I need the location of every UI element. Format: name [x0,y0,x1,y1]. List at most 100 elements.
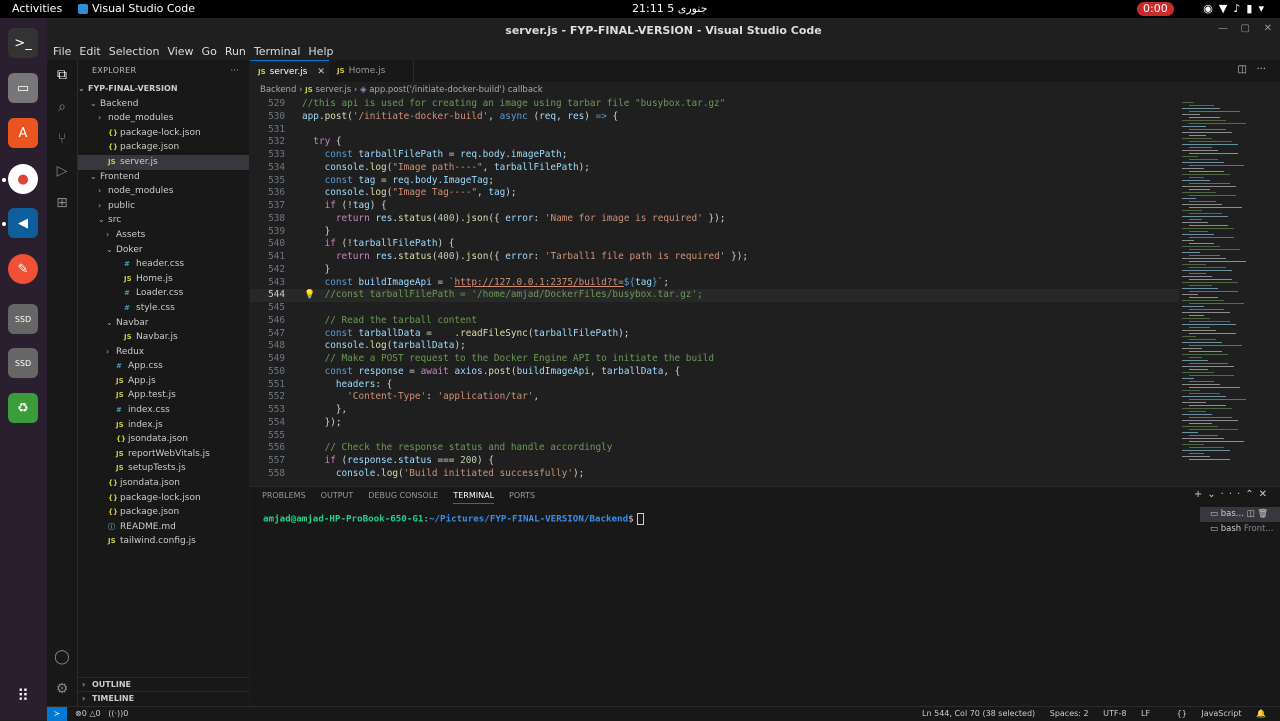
code-line[interactable]: 532 try { [250,136,1190,149]
folder-item[interactable]: ⌄ src [78,213,249,228]
file-item[interactable]: # Loader.css [78,286,249,301]
split-editor-icon[interactable]: ◫ [1237,64,1246,75]
code-line[interactable]: 548 console.log(tarballData); [250,340,1190,353]
file-item[interactable]: JS Home.js [78,272,249,287]
folder-item[interactable]: › node_modules [78,111,249,126]
code-line[interactable]: 537 if (!tag) { [250,200,1190,213]
menu-selection[interactable]: Selection [107,42,162,61]
file-item[interactable]: {} jsondata.json [78,476,249,491]
tab-home-js[interactable]: JS Home.js [329,60,414,82]
terminal-prompt[interactable]: amjad@amjad-HP-ProBook-650-G1:~/Pictures… [263,513,644,525]
panel-tab-ports[interactable]: PORTS [509,491,535,503]
ssd-drive-icon[interactable]: SSD [8,304,38,334]
code-line[interactable]: 550 const response = await axios.post(bu… [250,366,1190,379]
show-apps-grid-icon[interactable]: ⠿ [8,680,38,710]
code-line[interactable]: 547 const tarballData = .readFileSync(ta… [250,328,1190,341]
file-item[interactable]: JS reportWebVitals.js [78,447,249,462]
code-line[interactable]: 535 const tag = req.body.ImageTag; [250,175,1190,188]
file-item[interactable]: {} package.json [78,505,249,520]
code-line[interactable]: 534 console.log("Image path----", tarbal… [250,162,1190,175]
breadcrumb-file[interactable]: server.js [316,85,352,95]
maximize-button[interactable]: ▢ [1241,23,1250,34]
chevron-down-icon[interactable]: ⌄ [1207,489,1220,500]
file-item[interactable]: {} package-lock.json [78,126,249,141]
code-line[interactable]: 551 headers: { [250,379,1190,392]
code-line[interactable]: 555 [250,430,1190,443]
search-icon[interactable]: ⌕ [53,98,71,116]
explorer-more-button[interactable]: ··· [230,60,239,82]
code-line[interactable]: 533 const tarballFilePath = req.body.ima… [250,149,1190,162]
file-item[interactable]: JS server.js [78,154,249,170]
software-center-icon[interactable]: A [8,118,38,148]
system-tray[interactable]: ◉▼♪▮▾ [1203,2,1270,15]
terminal-item[interactable]: ▭ bash Front... [1200,522,1280,537]
ssd-drive-icon-2[interactable]: SSD [8,348,38,378]
code-line[interactable]: 530 app.post('/initiate-docker-build', as… [250,111,1190,124]
code-line[interactable]: 543 const buildImageApi = `http://127.0.… [250,277,1190,290]
menu-edit[interactable]: Edit [77,42,102,61]
code-line[interactable]: 538 return res.status(400).json({ error:… [250,213,1190,226]
breadcrumb-symbol[interactable]: app.post('/initiate-docker-build') callb… [369,85,542,95]
code-line[interactable]: 545 [250,302,1190,315]
file-item[interactable]: # App.css [78,359,249,374]
code-line[interactable]: 552 'Content-Type': 'application/tar', [250,391,1190,404]
file-item[interactable]: # header.css [78,257,249,272]
system-clock[interactable]: 21:11 5 جنوری [632,2,707,15]
code-line[interactable]: 531 [250,124,1190,137]
breadcrumb-folder[interactable]: Backend [260,85,296,95]
menu-help[interactable]: Help [306,42,335,61]
file-item[interactable]: JS Navbar.js [78,330,249,345]
folder-item[interactable]: › Redux [78,345,249,360]
code-editor[interactable]: 529 //this api is used for creating an im… [250,98,1190,486]
timeline-section[interactable]: › TIMELINE [78,691,249,706]
run-debug-icon[interactable]: ▷ [53,162,71,180]
split-terminal-icon[interactable]: ◫ [1247,509,1255,519]
menu-terminal[interactable]: Terminal [252,42,303,61]
code-line[interactable]: 558 console.log('Build initiated success… [250,468,1190,481]
folder-item[interactable]: › node_modules [78,184,249,199]
recording-indicator[interactable]: 0:00 [1137,2,1174,16]
code-line[interactable]: 554 }); [250,417,1190,430]
menu-go[interactable]: Go [200,42,219,61]
code-line[interactable]: 536 console.log("Image Tag----", tag); [250,187,1190,200]
outline-section[interactable]: › OUTLINE [78,677,249,692]
vscode-app-icon[interactable]: ◀ [8,208,38,238]
files-app-icon[interactable]: ▭ [8,73,38,103]
panel-tab-debug-console[interactable]: DEBUG CONSOLE [368,491,438,503]
activities-button[interactable]: Activities [12,2,62,15]
tab-server-js[interactable]: JS server.js ✕ [250,60,337,82]
chrome-app-icon[interactable]: ● [8,164,38,194]
file-item[interactable]: JS App.test.js [78,388,249,403]
file-item[interactable]: JS tailwind.config.js [78,534,249,549]
panel-tab-terminal[interactable]: TERMINAL [453,491,495,504]
file-item[interactable]: # style.css [78,301,249,316]
language-mode[interactable]: {} JavaScript [1165,709,1242,718]
code-line[interactable]: 553 }, [250,404,1190,417]
close-window-button[interactable]: ✕ [1264,23,1272,34]
file-item[interactable]: {} package-lock.json [78,491,249,506]
close-panel-icon[interactable]: ✕ [1259,489,1272,500]
gear-icon[interactable]: ⚙ [53,680,71,698]
account-icon[interactable]: ◯ [53,648,71,666]
code-line[interactable]: 549 // Make a POST request to the Docker… [250,353,1190,366]
folder-item[interactable]: ⌄ Frontend [78,170,249,185]
code-line[interactable]: 546 // Read the tarball content [250,315,1190,328]
trash-icon[interactable]: 🗑 [1257,509,1268,519]
file-item[interactable]: {} jsondata.json [78,432,249,447]
encoding[interactable]: UTF-8 [1103,709,1126,718]
code-line[interactable]: 539 } [250,226,1190,239]
menu-view[interactable]: View [165,42,195,61]
file-item[interactable]: ⓘ README.md [78,520,249,535]
workspace-root[interactable]: ⌄ FYP-FINAL-VERSION [78,82,249,97]
file-item[interactable]: # index.css [78,403,249,418]
terminal-item[interactable]: ▭ bas... ◫ 🗑 [1200,507,1280,522]
terminal-app-icon[interactable]: >_ [8,28,38,58]
folder-item[interactable]: ⌄ Doker [78,243,249,258]
panel-tab-problems[interactable]: PROBLEMS [262,491,306,503]
code-line[interactable]: 529 //this api is used for creating an im… [250,98,1190,111]
extensions-icon[interactable]: ⊞ [53,194,71,212]
file-item[interactable]: {} package.json [78,140,249,155]
code-line[interactable]: 544 💡 //const tarballFilePath = '/home/am… [250,289,1190,302]
maximize-panel-icon[interactable]: ⌃ [1245,489,1258,500]
folder-item[interactable]: ⌄ Navbar [78,316,249,331]
